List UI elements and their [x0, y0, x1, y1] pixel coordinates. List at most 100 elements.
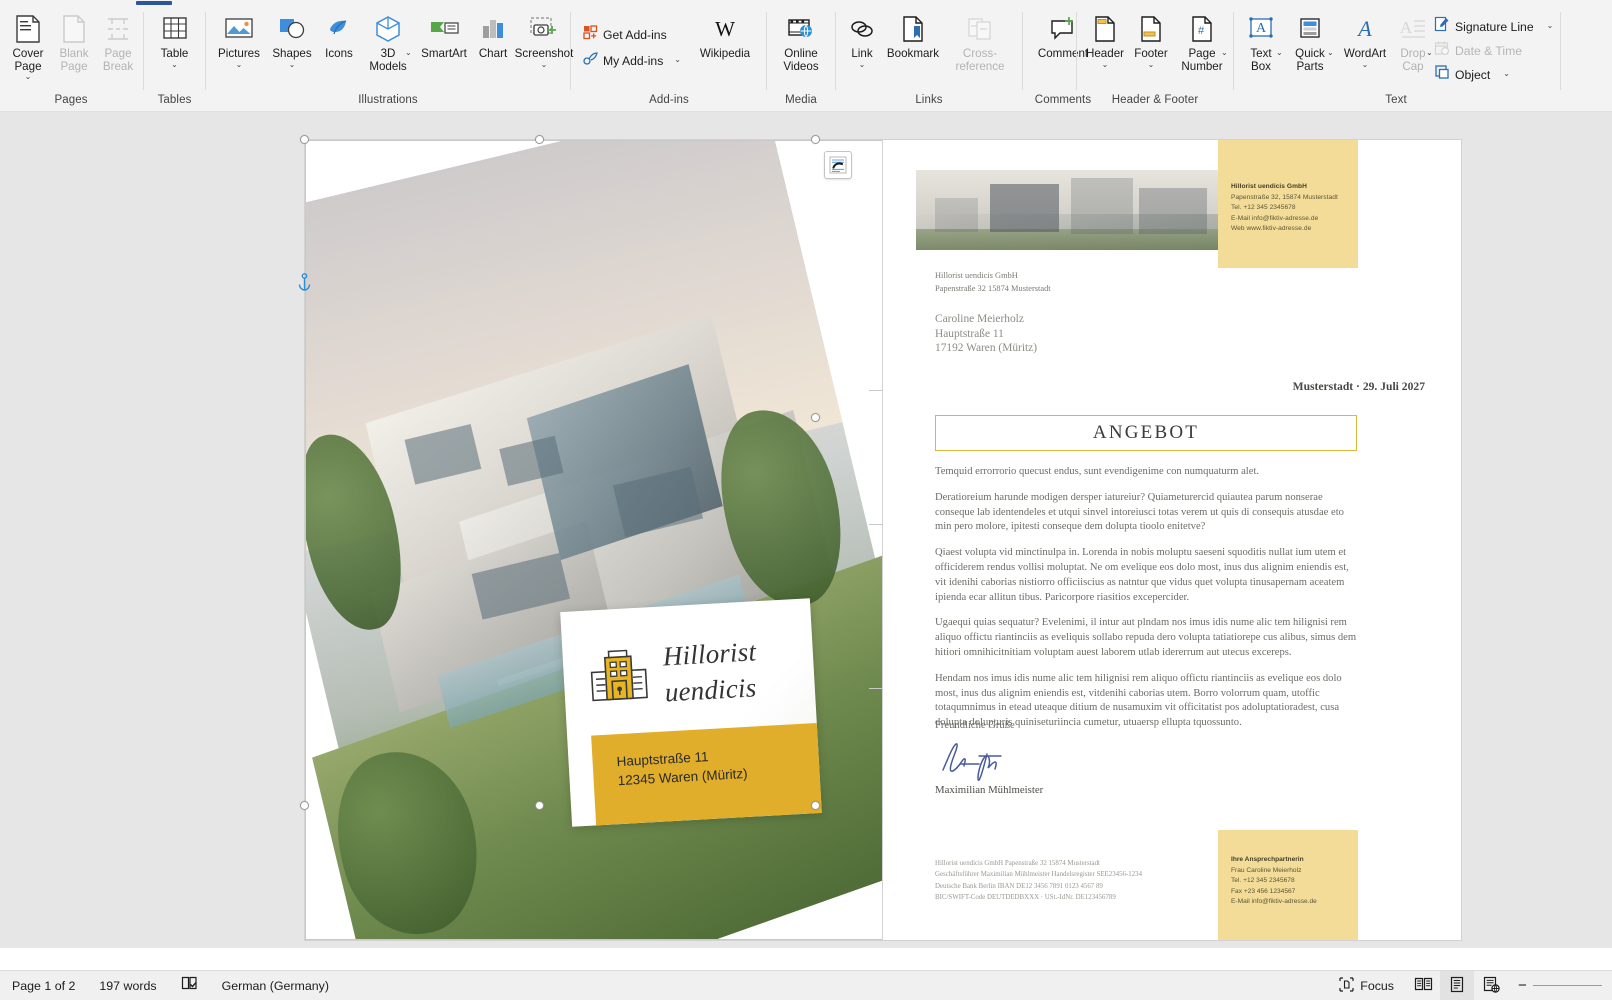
- header-button[interactable]: Header ⌄: [1081, 8, 1129, 70]
- date-time-button[interactable]: Date & Time: [1434, 40, 1522, 61]
- group-separator: [205, 12, 206, 90]
- letter-footer-legal: Hillorist uendicis GmbH Papenstraße 32 1…: [935, 858, 1235, 904]
- word-count[interactable]: 197 words: [87, 971, 168, 1000]
- page-break-button[interactable]: Page Break: [92, 8, 144, 73]
- blank-page-label: Blank Page: [59, 47, 89, 73]
- sender-line1: Hillorist uendicis GmbH: [935, 271, 1018, 280]
- resize-handle-top-center[interactable]: [535, 135, 544, 144]
- pictures-icon: [223, 12, 255, 46]
- online-videos-label: Online Videos: [783, 47, 819, 73]
- read-mode-button[interactable]: [1406, 971, 1440, 1000]
- card-company-name: Hillorist uendicis: [662, 631, 806, 711]
- bookmark-icon: [899, 12, 927, 46]
- letter-paragraph-3: Ugaequi quias sequatur? Evelenimi, il in…: [935, 617, 1357, 658]
- ribbon: Cover Page ⌄ Blank Page Page Break Pages…: [0, 0, 1612, 112]
- document-page-1[interactable]: Hillorist uendicis Hauptstraße 11 12345 …: [298, 135, 883, 940]
- language-indicator[interactable]: German (Germany): [210, 971, 341, 1000]
- page-indicator[interactable]: Page 1 of 2: [0, 971, 87, 1000]
- signature-line-button[interactable]: Signature Line ⌄: [1434, 16, 1553, 37]
- resize-handle-bottom-center[interactable]: [535, 801, 544, 810]
- footer-button[interactable]: Footer ⌄: [1127, 8, 1175, 70]
- object-button[interactable]: Object ⌄: [1434, 64, 1510, 85]
- chart-button[interactable]: Chart: [471, 8, 515, 61]
- resize-handle-middle-right[interactable]: [811, 413, 820, 422]
- chevron-down-icon[interactable]: ⌄: [1547, 21, 1554, 30]
- chevron-down-icon[interactable]: ⌄: [1148, 60, 1155, 69]
- chevron-down-icon[interactable]: ⌄: [1102, 60, 1109, 69]
- wordart-icon: A: [1351, 12, 1379, 46]
- proofing-status-button[interactable]: [169, 971, 210, 1000]
- chevron-down-icon[interactable]: ⌄: [859, 60, 866, 69]
- sender-line2: Papenstraße 32 15874 Musterstadt: [935, 283, 1051, 293]
- online-videos-button[interactable]: Online Videos: [771, 8, 831, 73]
- quick-parts-button[interactable]: Quick Parts ⌄: [1284, 8, 1336, 73]
- resize-handle-top-right[interactable]: [811, 135, 820, 144]
- wikipedia-icon: W: [710, 12, 740, 46]
- smartart-button[interactable]: SmartArt: [413, 8, 475, 61]
- chevron-down-icon[interactable]: ⌄: [1426, 48, 1433, 57]
- letterhead-web: Web www.fiktiv-adresse.de: [1231, 225, 1312, 232]
- link-button[interactable]: Link ⌄: [840, 8, 884, 70]
- wikipedia-button[interactable]: W Wikipedia: [694, 8, 756, 61]
- document-page-2[interactable]: Hillorist uendicis GmbH Papenstraße 32, …: [883, 140, 1461, 940]
- pictures-button[interactable]: Pictures ⌄: [210, 8, 268, 70]
- shapes-button[interactable]: Shapes ⌄: [266, 8, 318, 70]
- drop-cap-button[interactable]: A Drop Cap ⌄: [1392, 8, 1434, 73]
- screenshot-button[interactable]: Screenshot ⌄: [513, 8, 575, 70]
- chevron-down-icon[interactable]: ⌄: [1276, 48, 1283, 57]
- chevron-down-icon[interactable]: ⌄: [289, 60, 296, 69]
- resize-handle-top-left[interactable]: [300, 135, 309, 144]
- focus-mode-button[interactable]: Focus: [1327, 971, 1406, 1000]
- chevron-down-icon[interactable]: ⌄: [1327, 48, 1334, 57]
- icons-icon: [324, 12, 354, 46]
- cross-reference-button[interactable]: Cross- reference: [944, 8, 1016, 73]
- resize-handle-bottom-left[interactable]: [300, 801, 309, 810]
- group-label-header-footer: Header & Footer: [1111, 94, 1199, 106]
- zoom-out-button[interactable]: −: [1518, 977, 1527, 994]
- chevron-down-icon[interactable]: ⌄: [25, 72, 32, 81]
- chevron-down-icon[interactable]: ⌄: [1221, 48, 1228, 57]
- svg-text:A: A: [1356, 16, 1372, 41]
- cover-page-button[interactable]: Cover Page ⌄: [2, 8, 54, 82]
- chevron-down-icon[interactable]: ⌄: [1362, 60, 1369, 69]
- bookmark-button[interactable]: Bookmark: [882, 8, 944, 61]
- document-canvas[interactable]: Hillorist uendicis Hauptstraße 11 12345 …: [0, 112, 1612, 948]
- chevron-down-icon[interactable]: ⌄: [236, 60, 243, 69]
- chevron-down-icon[interactable]: ⌄: [674, 55, 681, 64]
- page-number-button[interactable]: # Page Number ⌄: [1175, 8, 1229, 73]
- zoom-slider[interactable]: −: [1508, 971, 1612, 1000]
- print-layout-button[interactable]: [1440, 971, 1474, 1000]
- 3d-models-button[interactable]: 3D Models ⌄: [360, 8, 416, 73]
- group-label-text: Text: [1385, 94, 1407, 106]
- my-add-ins-button[interactable]: My Add-ins ⌄: [582, 50, 681, 71]
- ribbon-group-media: Online Videos Media: [769, 8, 833, 108]
- my-add-ins-label: My Add-ins: [603, 53, 664, 68]
- letterhead-email: E-Mail info@fiktiv-adresse.de: [1231, 214, 1319, 222]
- recipient-line-0: Caroline Meierholz: [935, 313, 1024, 325]
- layout-options-button[interactable]: [824, 151, 852, 179]
- object-label: Object: [1455, 67, 1491, 82]
- group-label-links: Links: [915, 94, 943, 106]
- card-address-block: Hauptstraße 11 12345 Waren (Müritz): [591, 721, 822, 826]
- group-separator: [766, 12, 767, 90]
- chevron-down-icon[interactable]: ⌄: [541, 60, 548, 69]
- zoom-slider-track[interactable]: [1532, 985, 1602, 986]
- get-add-ins-button[interactable]: Get Add-ins: [582, 24, 667, 45]
- ribbon-group-text: A Text Box ⌄ Quick Parts ⌄ A WordArt ⌄ A…: [1236, 8, 1556, 108]
- chevron-down-icon[interactable]: ⌄: [1503, 69, 1510, 78]
- resize-handle-bottom-right[interactable]: [811, 801, 820, 810]
- icons-button[interactable]: Icons: [316, 8, 362, 61]
- web-layout-button[interactable]: [1474, 971, 1508, 1000]
- chevron-down-icon[interactable]: ⌄: [405, 48, 412, 57]
- cover-page-icon: [14, 12, 42, 46]
- text-box-button[interactable]: A Text Box ⌄: [1238, 8, 1284, 73]
- card-company-line2: uendicis: [664, 672, 758, 708]
- subject-heading: ANGEBOT: [935, 415, 1357, 451]
- signer-name: Maximilian Mühlmeister: [935, 784, 1044, 796]
- footer-contact-name: Frau Caroline Meierholz: [1231, 866, 1302, 874]
- chevron-down-icon[interactable]: ⌄: [171, 60, 178, 69]
- table-button[interactable]: Table ⌄: [148, 8, 201, 70]
- header-icon: [1092, 12, 1118, 46]
- wordart-button[interactable]: A WordArt ⌄: [1336, 8, 1394, 70]
- business-card[interactable]: Hillorist uendicis Hauptstraße 11 12345 …: [560, 598, 822, 827]
